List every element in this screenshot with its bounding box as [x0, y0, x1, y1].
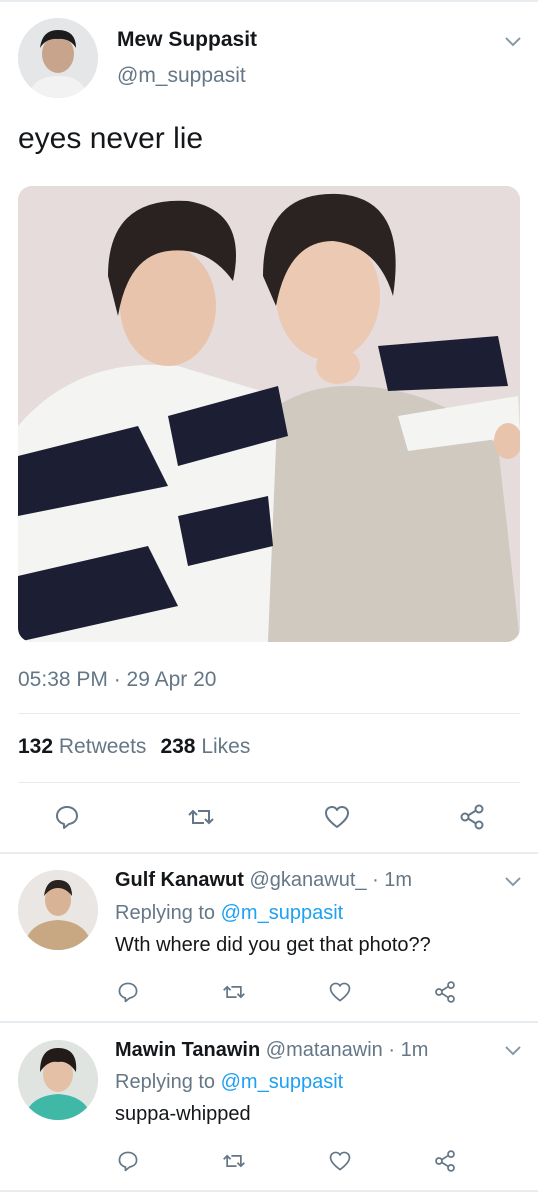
- retweet-icon: [223, 1154, 245, 1168]
- author-name[interactable]: Mew Suppasit: [117, 28, 257, 52]
- share-icon: [435, 1150, 455, 1172]
- reply-author-name[interactable]: Gulf Kanawut: [115, 869, 244, 891]
- like-label: Likes: [201, 735, 251, 758]
- tweet-photo[interactable]: [18, 186, 520, 642]
- reply-icon: [56, 806, 78, 829]
- top-divider: [0, 0, 538, 2]
- reply-author-handle[interactable]: @gkanawut_: [249, 869, 366, 891]
- author-avatar[interactable]: [18, 18, 98, 98]
- reply-avatar[interactable]: [18, 1040, 98, 1120]
- divider: [0, 852, 538, 854]
- reply-icon: [118, 982, 138, 1003]
- retweet-button[interactable]: [186, 802, 216, 832]
- reply-header: Gulf Kanawut @gkanawut_ · 1m: [115, 869, 412, 892]
- reply-text: Wth where did you get that photo??: [115, 934, 431, 956]
- divider: [18, 713, 520, 714]
- retweet-icon: [223, 985, 245, 999]
- like-icon: [325, 806, 349, 828]
- like-count: 238: [160, 735, 196, 758]
- reply-time: · 1m: [372, 869, 413, 891]
- replying-mention[interactable]: @m_suppasit: [221, 1071, 344, 1093]
- divider: [0, 1021, 538, 1023]
- reply-avatar[interactable]: [18, 870, 98, 950]
- retweet-label: Retweets: [58, 735, 147, 758]
- replying-mention[interactable]: @m_suppasit: [221, 902, 344, 924]
- chevron-down-icon[interactable]: [503, 1043, 523, 1057]
- like-button[interactable]: [322, 802, 352, 832]
- share-button[interactable]: [433, 1149, 459, 1175]
- share-button[interactable]: [433, 980, 459, 1006]
- tweet-text: eyes never lie: [18, 122, 204, 155]
- replying-prefix: Replying to: [115, 902, 216, 924]
- chevron-down-icon[interactable]: [503, 34, 523, 48]
- replying-to: Replying to @m_suppasit: [115, 1071, 343, 1094]
- retweet-count-link[interactable]: 132 Retweets: [18, 735, 146, 758]
- like-button[interactable]: [328, 1149, 354, 1175]
- reply-button[interactable]: [116, 1149, 142, 1175]
- chevron-down-icon[interactable]: [503, 874, 523, 888]
- retweet-icon: [188, 809, 214, 825]
- retweet-count: 132: [18, 735, 54, 758]
- reply-icon: [118, 1151, 138, 1172]
- reply-button[interactable]: [52, 802, 82, 832]
- divider: [0, 1190, 538, 1192]
- replying-to: Replying to @m_suppasit: [115, 902, 343, 925]
- tweet-timestamp: 05:38 PM · 29 Apr 20: [18, 668, 217, 691]
- like-icon: [329, 982, 351, 1002]
- author-handle[interactable]: @m_suppasit: [117, 64, 246, 88]
- share-button[interactable]: [457, 802, 487, 832]
- reply-text: suppa-whipped: [115, 1103, 251, 1125]
- reply-header: Mawin Tanawin @matanawin · 1m: [115, 1039, 428, 1062]
- divider: [18, 782, 520, 783]
- reply-author-handle[interactable]: @matanawin: [266, 1039, 383, 1061]
- reply-button[interactable]: [116, 980, 142, 1006]
- retweet-button[interactable]: [222, 1149, 248, 1175]
- like-icon: [329, 1151, 351, 1171]
- reply-time: · 1m: [388, 1039, 429, 1061]
- reply-author-name[interactable]: Mawin Tanawin: [115, 1039, 260, 1061]
- retweet-button[interactable]: [222, 980, 248, 1006]
- tweet-stats: 132 Retweets 238 Likes: [18, 735, 250, 759]
- like-button[interactable]: [328, 980, 354, 1006]
- replying-prefix: Replying to: [115, 1071, 216, 1093]
- share-icon: [435, 981, 455, 1003]
- share-icon: [460, 804, 484, 830]
- like-count-link[interactable]: 238 Likes: [160, 735, 250, 758]
